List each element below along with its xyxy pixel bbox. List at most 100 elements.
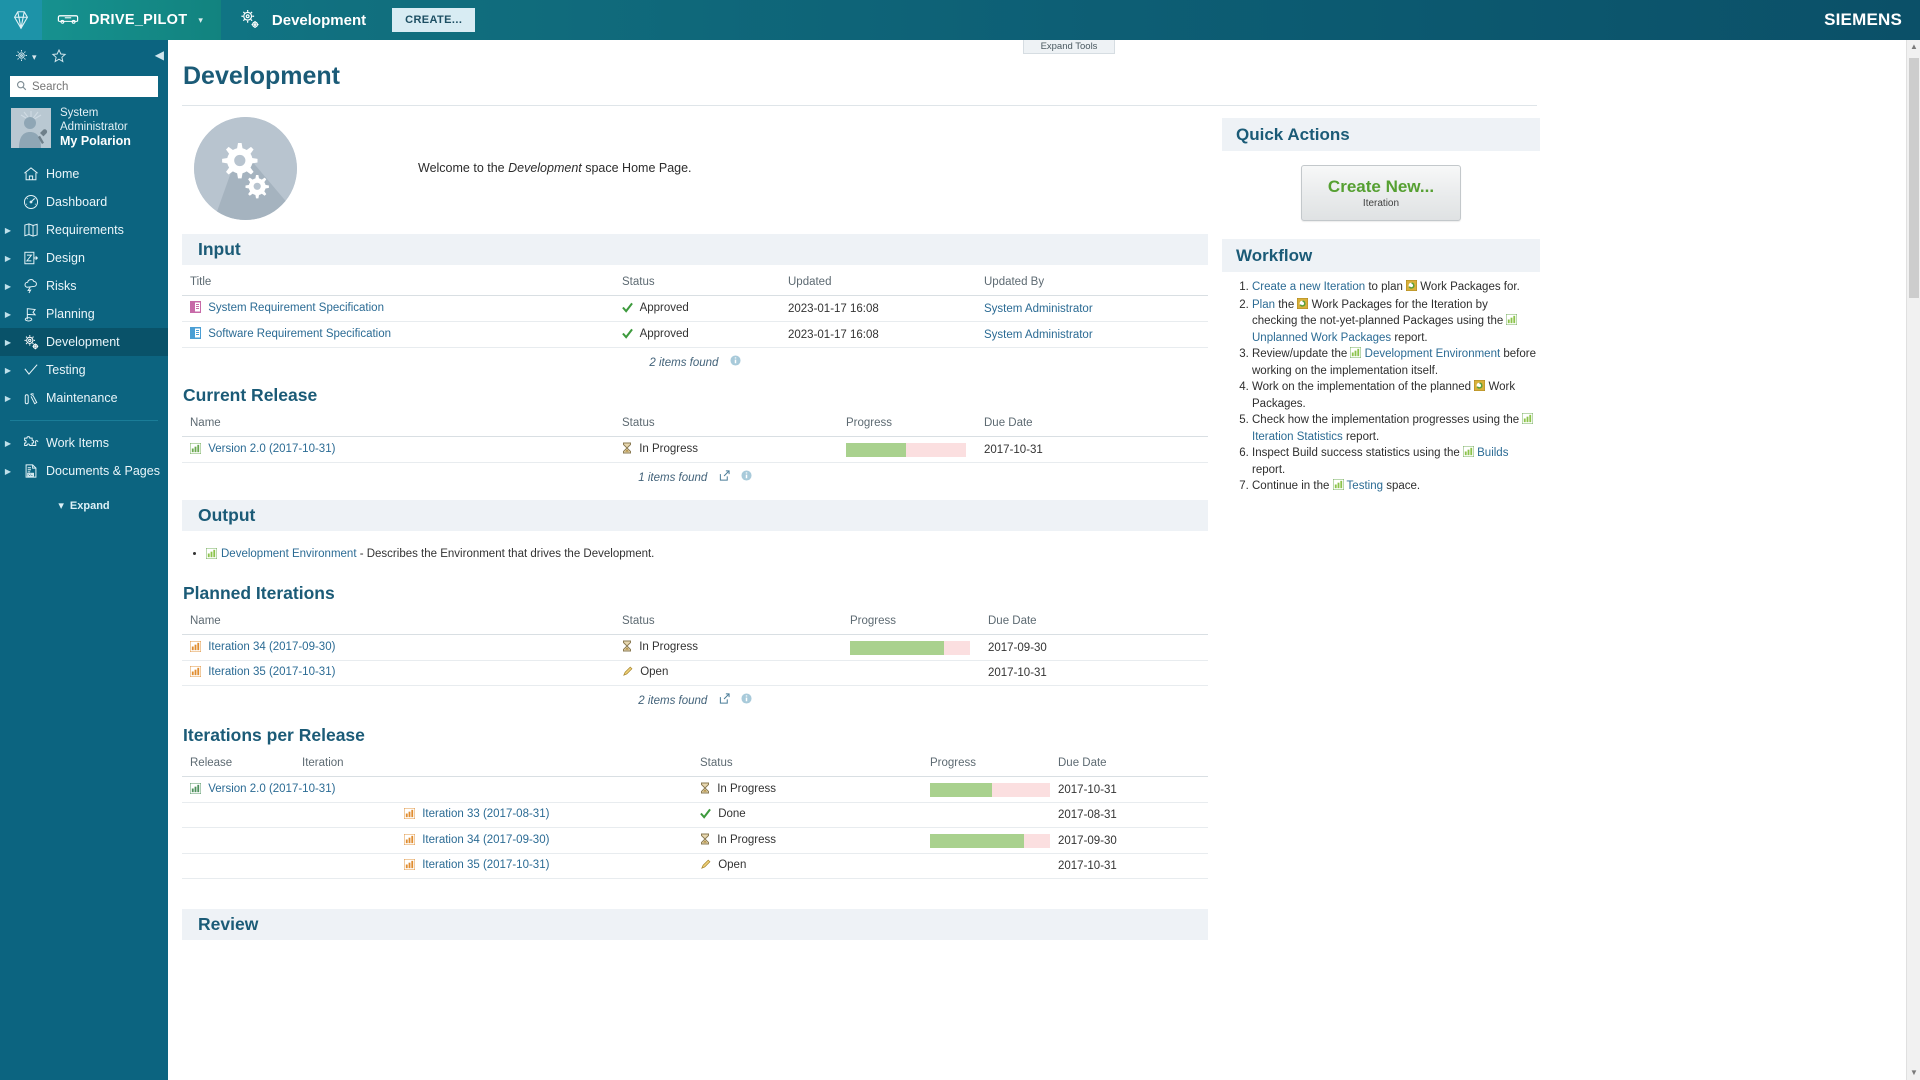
- project-selector[interactable]: DRIVE_PILOT ▾: [42, 0, 221, 40]
- document-link[interactable]: Software Requirement Specification: [208, 328, 391, 340]
- create-new-button[interactable]: Create New... Iteration: [1301, 165, 1461, 221]
- check-green-icon: [622, 302, 633, 316]
- sidebar-item-dashboard[interactable]: Dashboard: [0, 188, 168, 216]
- sidebar-item-home[interactable]: Home: [0, 160, 168, 188]
- workflow-link[interactable]: Testing: [1344, 480, 1383, 492]
- expand-arrow-icon[interactable]: ▶: [0, 226, 16, 235]
- table-row[interactable]: Iteration 35 (2017-10-31) Open 2017-10-3…: [182, 660, 1208, 686]
- cell-updated-by[interactable]: System Administrator: [976, 321, 1208, 348]
- cell-name[interactable]: Version 2.0 (2017-10-31): [182, 436, 614, 463]
- iteration-link[interactable]: Iteration 33 (2017-08-31): [422, 808, 549, 820]
- sidebar-item-work-items[interactable]: ▶ Work Items: [0, 429, 168, 457]
- table-row[interactable]: System Requirement Specification Approve…: [182, 295, 1208, 322]
- expand-arrow-icon[interactable]: ▶: [0, 254, 16, 263]
- scroll-down-icon[interactable]: ▼: [1907, 1066, 1920, 1080]
- sidebar-item-design[interactable]: ▶ Design: [0, 244, 168, 272]
- cell-due-date: 2017-10-31: [976, 436, 1208, 463]
- table-row[interactable]: Iteration 33 (2017-08-31) Done 2017-08-3…: [182, 802, 1208, 828]
- scrollbar-thumb[interactable]: [1909, 58, 1919, 298]
- table-row[interactable]: Iteration 34 (2017-09-30) In Progress 20…: [182, 634, 1208, 661]
- sidebar-collapse-icon[interactable]: ◀: [155, 48, 164, 62]
- sidebar-gear-chevron-icon[interactable]: ▾: [32, 52, 37, 63]
- star-icon[interactable]: [51, 48, 67, 67]
- cell-title[interactable]: Software Requirement Specification: [182, 321, 614, 348]
- sidebar-item-label: Risks: [46, 279, 77, 293]
- col-progress: Progress: [842, 610, 980, 635]
- sidebar-item-testing[interactable]: ▶ Testing: [0, 356, 168, 384]
- expand-arrow-icon[interactable]: ▶: [0, 310, 16, 319]
- pencil-icon: [700, 859, 711, 873]
- user-profile[interactable]: System Administrator My Polarion: [0, 97, 168, 158]
- export-icon[interactable]: [719, 470, 730, 484]
- vertical-scrollbar[interactable]: ▲ ▼: [1906, 40, 1920, 1080]
- workflow-link[interactable]: Create a new Iteration: [1252, 281, 1365, 293]
- expand-arrow-icon[interactable]: ▶: [0, 338, 16, 347]
- info-icon[interactable]: [741, 470, 752, 484]
- page-body: Development Welcome to the Development s…: [168, 40, 1906, 1080]
- output-link[interactable]: Development Environment: [221, 548, 357, 560]
- cell-name[interactable]: Iteration 34 (2017-09-30): [182, 634, 614, 661]
- cell-updated-by[interactable]: System Administrator: [976, 295, 1208, 322]
- progress-bar: [930, 782, 1050, 797]
- workflow-link[interactable]: Unplanned Work Packages: [1252, 332, 1391, 344]
- workflow-text: Review/update the: [1252, 348, 1351, 360]
- expand-arrow-icon[interactable]: ▶: [0, 439, 16, 448]
- expand-arrow-icon[interactable]: ▶: [0, 366, 16, 375]
- work-items-puzzle-icon: [16, 434, 46, 452]
- panel-title-workflow: Workflow: [1236, 245, 1313, 265]
- search-box[interactable]: [10, 76, 158, 97]
- iteration-link[interactable]: Iteration 35 (2017-10-31): [422, 859, 549, 871]
- table-row[interactable]: Version 2.0 (2017-10-31) In Progress 201…: [182, 436, 1208, 463]
- release-link[interactable]: Version 2.0 (2017-10-31): [208, 443, 335, 455]
- expand-arrow-icon[interactable]: ▶: [0, 282, 16, 291]
- info-icon[interactable]: [730, 355, 741, 369]
- cell-name[interactable]: Iteration 35 (2017-10-31): [182, 660, 614, 686]
- cell-iteration[interactable]: Iteration 33 (2017-08-31): [294, 802, 692, 828]
- sidebar-item-development[interactable]: ▶ Development: [0, 328, 168, 356]
- cell-status: Approved: [614, 295, 780, 322]
- sidebar-item-planning[interactable]: ▶ Planning: [0, 300, 168, 328]
- iteration-link[interactable]: Iteration 35 (2017-10-31): [208, 666, 335, 678]
- table-header-row: Name Status Progress Due Date: [182, 610, 1208, 635]
- expand-arrow-icon[interactable]: ▶: [0, 467, 16, 476]
- table-row[interactable]: Version 2.0 (2017-10-31) In Progress 201…: [182, 776, 1208, 803]
- user-link[interactable]: System Administrator: [984, 329, 1093, 341]
- workflow-link[interactable]: Development Environment: [1361, 348, 1501, 360]
- workflow-text: Check how the implementation progresses …: [1252, 414, 1523, 426]
- gear-icon[interactable]: [14, 48, 29, 66]
- workflow-step: Inspect Build success statistics using t…: [1252, 445, 1536, 479]
- document-link[interactable]: System Requirement Specification: [208, 302, 384, 314]
- sidebar-item-maintenance[interactable]: ▶ Maintenance: [0, 384, 168, 412]
- document-pink-icon: [190, 301, 201, 316]
- table-row[interactable]: Iteration 35 (2017-10-31) Open 2017-10-3…: [182, 853, 1208, 879]
- workflow-text: Work Packages for.: [1417, 281, 1520, 293]
- expand-arrow-icon[interactable]: ▶: [0, 394, 16, 403]
- workflow-link[interactable]: Plan: [1252, 299, 1275, 311]
- chevron-down-icon[interactable]: ▾: [198, 15, 203, 26]
- cell-title[interactable]: System Requirement Specification: [182, 295, 614, 322]
- sidebar-item-requirements[interactable]: ▶ Requirements: [0, 216, 168, 244]
- sidebar-item-risks[interactable]: ▶ Risks: [0, 272, 168, 300]
- polarion-diamond-icon[interactable]: [0, 0, 42, 40]
- iteration-link[interactable]: Iteration 34 (2017-09-30): [208, 641, 335, 653]
- sidebar-expand-button[interactable]: ▾ Expand: [0, 499, 168, 512]
- cell-release[interactable]: Version 2.0 (2017-10-31): [182, 776, 692, 803]
- cell-iteration[interactable]: Iteration 34 (2017-09-30): [294, 827, 692, 854]
- scroll-up-icon[interactable]: ▲: [1907, 40, 1920, 54]
- workflow-link[interactable]: Iteration Statistics: [1252, 431, 1343, 443]
- release-link[interactable]: Version 2.0 (2017-10-31): [208, 783, 335, 795]
- report-icon: [1349, 346, 1362, 361]
- hourglass-icon: [700, 782, 710, 797]
- sidebar-item-documents-pages[interactable]: ▶ Documents & Pages: [0, 457, 168, 485]
- iteration-link[interactable]: Iteration 34 (2017-09-30): [422, 834, 549, 846]
- export-icon[interactable]: [719, 693, 730, 707]
- table-row[interactable]: Software Requirement Specification Appro…: [182, 321, 1208, 348]
- workflow-link[interactable]: Builds: [1474, 447, 1508, 459]
- info-icon[interactable]: [741, 693, 752, 707]
- search-input[interactable]: [32, 80, 152, 93]
- progress-bar: [846, 442, 966, 457]
- table-row[interactable]: Iteration 34 (2017-09-30) In Progress 20…: [182, 827, 1208, 854]
- create-button[interactable]: CREATE...: [392, 8, 476, 32]
- cell-iteration[interactable]: Iteration 35 (2017-10-31): [294, 853, 692, 879]
- user-link[interactable]: System Administrator: [984, 303, 1093, 315]
